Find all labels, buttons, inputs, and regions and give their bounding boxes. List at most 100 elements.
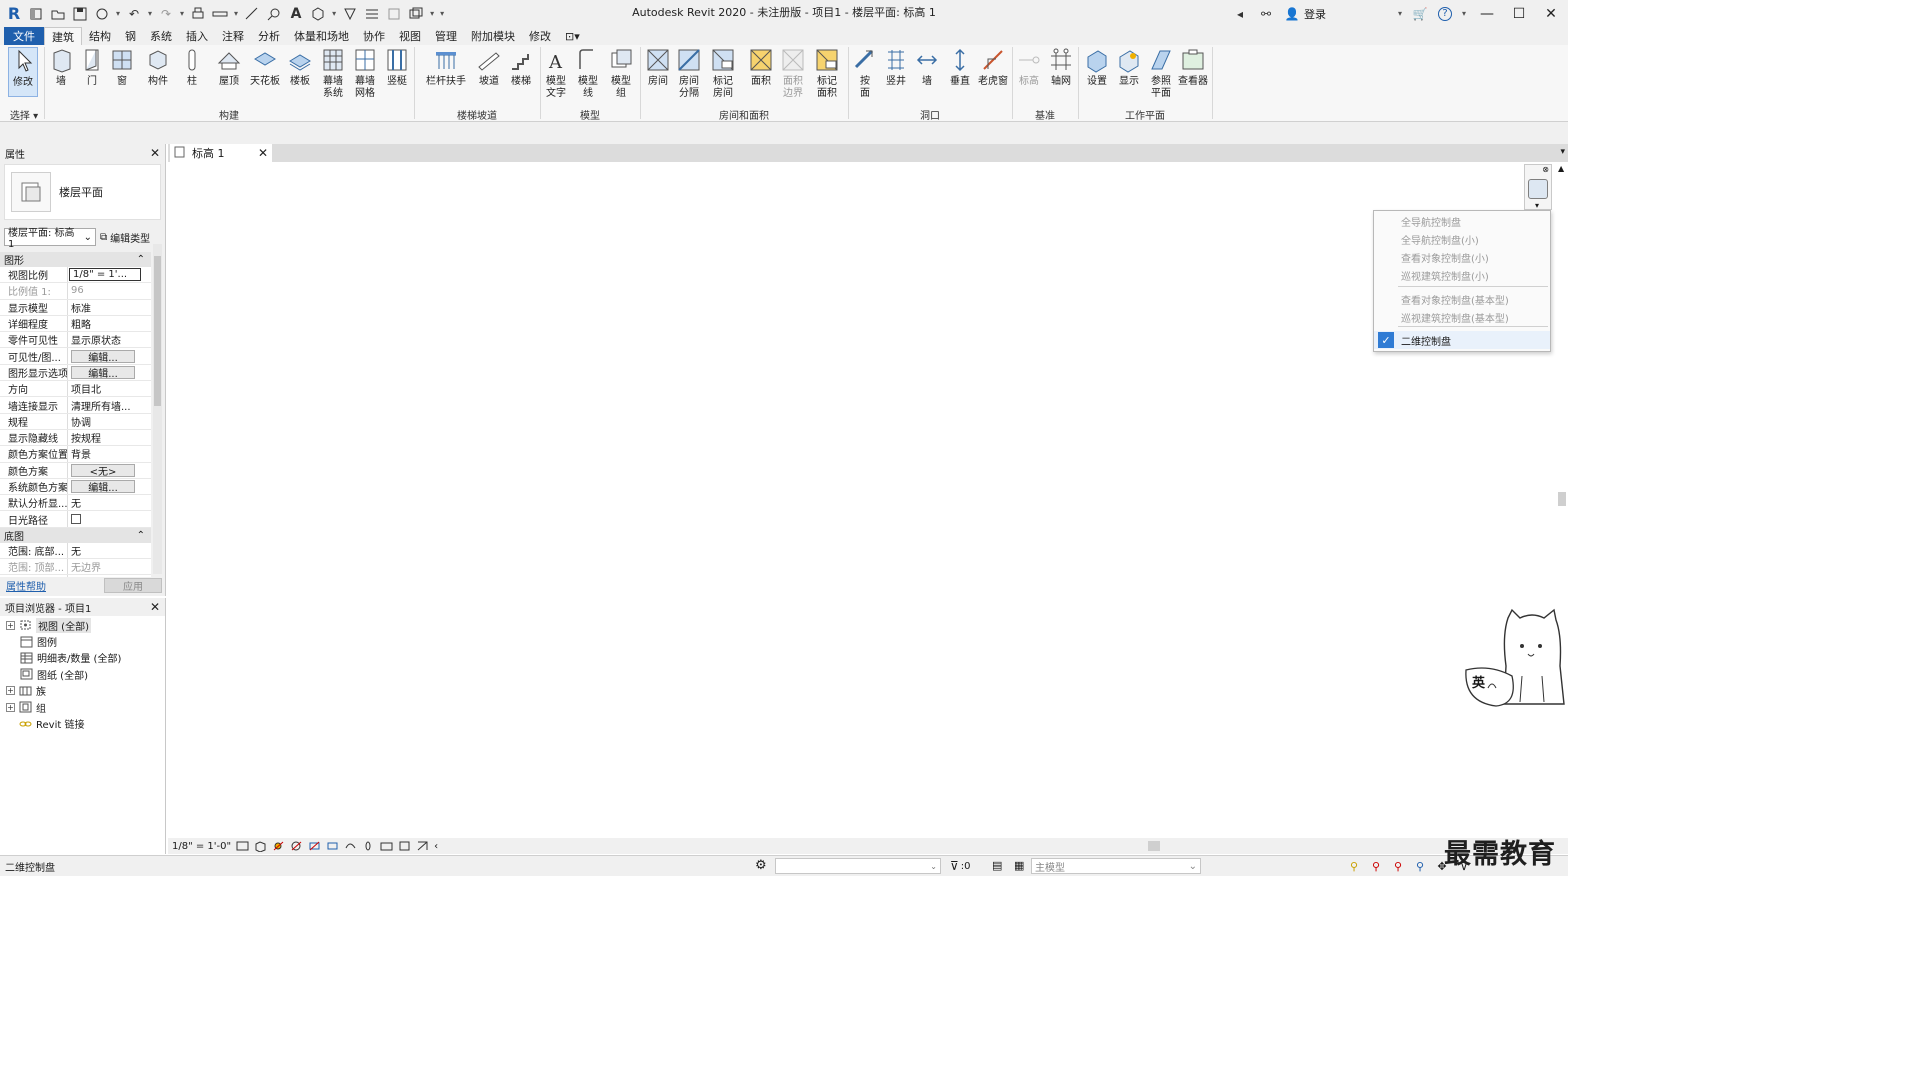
ribbon-tab[interactable]: 钢	[118, 27, 143, 45]
measure-icon[interactable]	[212, 6, 228, 22]
help-icon[interactable]: ?	[1437, 6, 1452, 21]
view-tab-level-1[interactable]: 标高 1 ✕	[170, 144, 272, 162]
property-edit-button[interactable]: <无>	[71, 463, 135, 478]
thin-lines-icon[interactable]	[364, 6, 380, 22]
ribbon-button-ramp[interactable]: 坡道	[474, 47, 504, 111]
ribbon-button-ceiling[interactable]: 天花板	[248, 47, 282, 111]
menu-item-wheel[interactable]: 查看对象控制盘(基本型)	[1374, 290, 1550, 308]
ribbon-tab[interactable]: 建筑	[44, 27, 82, 45]
expand-icon[interactable]: +	[6, 686, 15, 696]
switch-windows-icon[interactable]	[408, 6, 424, 22]
workset-dropdown[interactable]: ⌄	[775, 858, 941, 874]
vertical-scrollbar[interactable]: ▲	[1556, 162, 1568, 838]
ribbon-tab[interactable]: 管理	[428, 27, 464, 45]
ribbon-panel-label[interactable]: 房间和面积	[640, 107, 848, 122]
ribbon-button-curtain-system[interactable]: 幕墙 系统	[318, 47, 348, 111]
tag-icon[interactable]	[266, 6, 282, 22]
open-icon[interactable]	[50, 6, 66, 22]
view-scale[interactable]: 1/8" = 1'-0"	[172, 841, 231, 852]
ribbon-button-show-workplane[interactable]: 显示	[1114, 47, 1144, 111]
ribbon-button-area[interactable]: 面积	[746, 47, 776, 111]
property-value[interactable]: 编辑...	[68, 365, 151, 380]
browser-node[interactable]: + 族	[0, 683, 165, 699]
apply-button[interactable]: 应用	[104, 577, 162, 593]
browser-node[interactable]: + 组	[0, 699, 165, 715]
edit-type-button[interactable]: ⧉ 编辑类型	[100, 230, 150, 245]
ribbon-tab[interactable]: 系统	[143, 27, 179, 45]
instance-selector[interactable]: 楼层平面: 标高 1 ⌄	[4, 228, 96, 250]
browser-node[interactable]: 图纸 (全部)	[0, 666, 165, 682]
property-value[interactable]: 显示原状态	[68, 332, 151, 347]
ribbon-button-set-workplane[interactable]: 设置	[1082, 47, 1112, 111]
ribbon-button-viewer[interactable]: 查看器	[1178, 47, 1208, 111]
maximize-button[interactable]: ☐	[1508, 3, 1530, 25]
close-button[interactable]: ✕	[1540, 3, 1562, 25]
binoculars-icon[interactable]: ⚯	[1258, 6, 1274, 22]
visual-style-icon[interactable]	[254, 840, 267, 852]
property-edit-button[interactable]: 编辑...	[71, 349, 135, 364]
scroll-thumb[interactable]	[154, 256, 161, 406]
ribbon-button-by-face[interactable]: 按 面	[852, 47, 878, 111]
2d-wheel-icon[interactable]	[1528, 179, 1548, 199]
property-edit-button[interactable]: 编辑...	[71, 365, 135, 380]
minimize-button[interactable]: —	[1476, 3, 1498, 25]
tabs-menu-icon[interactable]: ▾	[1560, 147, 1565, 157]
chevron-left-icon[interactable]: ◂	[1232, 6, 1248, 22]
ribbon-button-column[interactable]: 柱	[180, 47, 204, 111]
ribbon-button-area-boundary[interactable]: 面积 边界	[778, 47, 808, 111]
property-value[interactable]: 编辑...	[68, 348, 151, 364]
ribbon-button-dormer[interactable]: 老虎窗	[976, 47, 1010, 111]
sun-path-icon[interactable]	[272, 840, 285, 852]
ribbon-tab[interactable]: 修改	[522, 27, 558, 45]
ribbon-button-floor[interactable]: 楼板	[286, 47, 314, 111]
detail-level-icon[interactable]	[236, 840, 249, 852]
menu-item-wheel[interactable]: 巡视建筑控制盘(基本型)	[1374, 308, 1550, 326]
revit-logo-icon[interactable]: R	[6, 4, 22, 23]
undo-icon[interactable]: ↶	[126, 6, 142, 22]
ribbon-button-door[interactable]: 门	[80, 47, 104, 111]
show-crop-icon[interactable]	[326, 840, 339, 852]
ribbon-button-model-text[interactable]: A 模型 文字	[540, 47, 572, 111]
aligned-dimension-icon[interactable]	[244, 6, 260, 22]
temporary-view-properties-icon[interactable]	[398, 840, 411, 852]
select-underlay-icon[interactable]: ⚲	[1368, 858, 1384, 874]
chevron-down-icon[interactable]: ▾	[180, 9, 184, 18]
ribbon-button-shaft[interactable]: 竖井	[882, 47, 910, 111]
contextual-tab-dropdown-icon[interactable]: ⊡▾	[558, 27, 587, 45]
chevron-down-icon[interactable]: ▾	[430, 9, 434, 18]
ribbon-button-room[interactable]: 房间	[644, 47, 672, 111]
close-icon[interactable]: ✕	[258, 146, 268, 160]
chevron-down-icon[interactable]: ▾	[148, 9, 152, 18]
chevron-down-icon[interactable]: ▾	[332, 9, 336, 18]
ribbon-button-room-separator[interactable]: 房间 分隔	[674, 47, 704, 111]
browser-node[interactable]: + 视图 (全部)	[0, 617, 165, 633]
close-icon[interactable]: ✕	[150, 146, 160, 160]
select-by-face-icon[interactable]: ⚲	[1412, 858, 1428, 874]
user-icon[interactable]: 👤	[1284, 6, 1300, 22]
ribbon-button-stair[interactable]: 楼梯	[506, 47, 536, 111]
ribbon-tab[interactable]: 注释	[215, 27, 251, 45]
chevron-left-icon[interactable]: ‹	[434, 841, 438, 852]
select-panel-label[interactable]: 选择 ▾	[4, 107, 44, 122]
ribbon-button-railing[interactable]: 栏杆扶手	[424, 47, 468, 111]
cart-icon[interactable]: 🛒	[1412, 6, 1428, 22]
menu-item-wheel[interactable]: ✓ 二维控制盘	[1374, 331, 1550, 349]
text-icon[interactable]: A	[288, 6, 304, 22]
editing-requests-icon[interactable]: ▤	[992, 859, 1002, 872]
ribbon-button-ref-plane[interactable]: 参照 平面	[1146, 47, 1176, 111]
ribbon-button-curtain-grid[interactable]: 幕墙 网格	[350, 47, 380, 111]
property-value[interactable]: 编辑...	[68, 479, 151, 494]
select-links-icon[interactable]: ⚲	[1346, 858, 1362, 874]
login-link[interactable]: 登录	[1304, 6, 1326, 22]
close-icon[interactable]: ✕	[150, 600, 160, 614]
print-icon[interactable]	[190, 6, 206, 22]
ribbon-tab[interactable]: 插入	[179, 27, 215, 45]
ribbon-button-model-line[interactable]: 模型 线	[574, 47, 602, 111]
drawing-canvas[interactable]	[168, 162, 1568, 838]
home-icon[interactable]	[28, 6, 44, 22]
customize-toolbar-icon[interactable]: ▾	[440, 9, 444, 18]
reveal-hidden-icon[interactable]	[380, 840, 393, 852]
temporary-hide-icon[interactable]	[362, 840, 375, 852]
property-value[interactable]: 按规程	[68, 430, 151, 445]
filter-icon[interactable]: ⊽	[950, 859, 959, 873]
